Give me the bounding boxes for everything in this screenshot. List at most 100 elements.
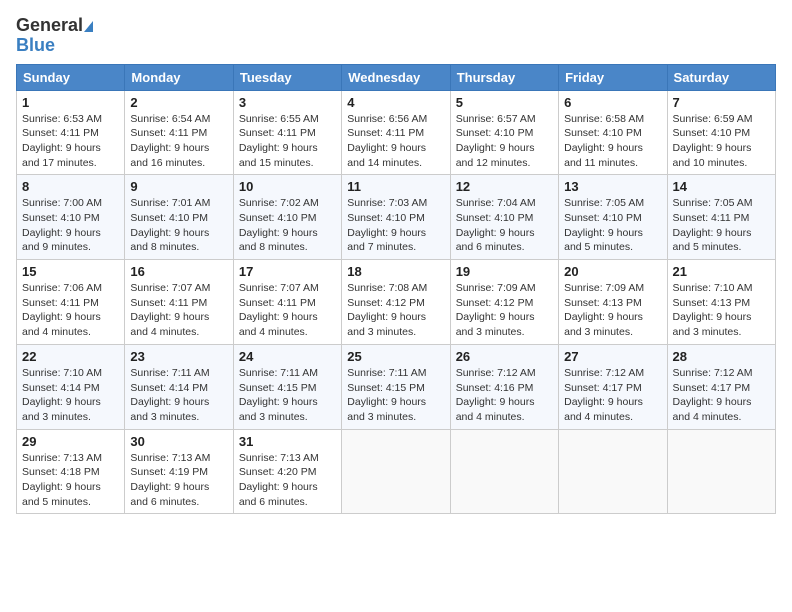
day-number: 25 — [347, 349, 444, 364]
day-info: Sunrise: 7:04 AM Sunset: 4:10 PM Dayligh… — [456, 196, 553, 255]
day-info: Sunrise: 7:12 AM Sunset: 4:17 PM Dayligh… — [564, 366, 661, 425]
day-number: 20 — [564, 264, 661, 279]
day-info: Sunrise: 6:53 AM Sunset: 4:11 PM Dayligh… — [22, 112, 119, 171]
day-info: Sunrise: 7:00 AM Sunset: 4:10 PM Dayligh… — [22, 196, 119, 255]
calendar-cell: 24Sunrise: 7:11 AM Sunset: 4:15 PM Dayli… — [233, 344, 341, 429]
day-number: 12 — [456, 179, 553, 194]
day-info: Sunrise: 7:12 AM Sunset: 4:17 PM Dayligh… — [673, 366, 770, 425]
day-number: 8 — [22, 179, 119, 194]
day-number: 3 — [239, 95, 336, 110]
calendar-cell: 4Sunrise: 6:56 AM Sunset: 4:11 PM Daylig… — [342, 90, 450, 175]
day-info: Sunrise: 7:01 AM Sunset: 4:10 PM Dayligh… — [130, 196, 227, 255]
calendar-week-row: 8 Sunrise: 7:00 AM Sunset: 4:10 PM Daylig… — [17, 175, 776, 260]
calendar-week-row: 29 Sunrise: 7:13 AM Sunset: 4:18 PM Dayli… — [17, 429, 776, 514]
day-info: Sunrise: 7:13 AM Sunset: 4:19 PM Dayligh… — [130, 451, 227, 510]
day-info: Sunrise: 6:58 AM Sunset: 4:10 PM Dayligh… — [564, 112, 661, 171]
header-cell-thursday: Thursday — [450, 64, 558, 90]
header-cell-sunday: Sunday — [17, 64, 125, 90]
logo-blue: Blue — [16, 36, 93, 56]
header: General Blue — [16, 16, 776, 56]
day-number: 5 — [456, 95, 553, 110]
day-info: Sunrise: 7:10 AM Sunset: 4:14 PM Dayligh… — [22, 366, 119, 425]
calendar-cell: 28 Sunrise: 7:12 AM Sunset: 4:17 PM Dayli… — [667, 344, 775, 429]
day-number: 16 — [130, 264, 227, 279]
day-number: 21 — [673, 264, 770, 279]
calendar-cell: 14Sunrise: 7:05 AM Sunset: 4:11 PM Dayli… — [667, 175, 775, 260]
day-info: Sunrise: 7:03 AM Sunset: 4:10 PM Dayligh… — [347, 196, 444, 255]
day-number: 22 — [22, 349, 119, 364]
day-info: Sunrise: 7:08 AM Sunset: 4:12 PM Dayligh… — [347, 281, 444, 340]
day-info: Sunrise: 6:57 AM Sunset: 4:10 PM Dayligh… — [456, 112, 553, 171]
day-number: 18 — [347, 264, 444, 279]
day-info: Sunrise: 7:06 AM Sunset: 4:11 PM Dayligh… — [22, 281, 119, 340]
calendar-cell: 21 Sunrise: 7:10 AM Sunset: 4:13 PM Dayli… — [667, 260, 775, 345]
day-info: Sunrise: 7:10 AM Sunset: 4:13 PM Dayligh… — [673, 281, 770, 340]
day-info: Sunrise: 7:13 AM Sunset: 4:20 PM Dayligh… — [239, 451, 336, 510]
day-info: Sunrise: 7:09 AM Sunset: 4:13 PM Dayligh… — [564, 281, 661, 340]
day-number: 23 — [130, 349, 227, 364]
calendar-cell: 16 Sunrise: 7:07 AM Sunset: 4:11 PM Dayli… — [125, 260, 233, 345]
calendar-cell: 29 Sunrise: 7:13 AM Sunset: 4:18 PM Dayli… — [17, 429, 125, 514]
calendar-cell: 8 Sunrise: 7:00 AM Sunset: 4:10 PM Daylig… — [17, 175, 125, 260]
day-number: 17 — [239, 264, 336, 279]
calendar-cell — [450, 429, 558, 514]
calendar-cell: 31 Sunrise: 7:13 AM Sunset: 4:20 PM Dayli… — [233, 429, 341, 514]
logo: General Blue — [16, 16, 93, 56]
day-number: 9 — [130, 179, 227, 194]
day-number: 30 — [130, 434, 227, 449]
calendar-cell: 6 Sunrise: 6:58 AM Sunset: 4:10 PM Daylig… — [559, 90, 667, 175]
day-info: Sunrise: 6:56 AM Sunset: 4:11 PM Dayligh… — [347, 112, 444, 171]
day-number: 15 — [22, 264, 119, 279]
day-info: Sunrise: 7:11 AM Sunset: 4:14 PM Dayligh… — [130, 366, 227, 425]
calendar-cell: 18 Sunrise: 7:08 AM Sunset: 4:12 PM Dayli… — [342, 260, 450, 345]
day-info: Sunrise: 7:07 AM Sunset: 4:11 PM Dayligh… — [239, 281, 336, 340]
day-number: 26 — [456, 349, 553, 364]
day-info: Sunrise: 7:05 AM Sunset: 4:11 PM Dayligh… — [673, 196, 770, 255]
calendar-cell: 17 Sunrise: 7:07 AM Sunset: 4:11 PM Dayli… — [233, 260, 341, 345]
header-cell-tuesday: Tuesday — [233, 64, 341, 90]
day-info: Sunrise: 6:55 AM Sunset: 4:11 PM Dayligh… — [239, 112, 336, 171]
calendar-cell: 7 Sunrise: 6:59 AM Sunset: 4:10 PM Daylig… — [667, 90, 775, 175]
day-number: 13 — [564, 179, 661, 194]
calendar-body: 1 Sunrise: 6:53 AM Sunset: 4:11 PM Daylig… — [17, 90, 776, 514]
calendar-cell: 25 Sunrise: 7:11 AM Sunset: 4:15 PM Dayli… — [342, 344, 450, 429]
calendar-week-row: 15 Sunrise: 7:06 AM Sunset: 4:11 PM Dayli… — [17, 260, 776, 345]
day-info: Sunrise: 7:11 AM Sunset: 4:15 PM Dayligh… — [347, 366, 444, 425]
day-number: 7 — [673, 95, 770, 110]
calendar-cell: 3 Sunrise: 6:55 AM Sunset: 4:11 PM Daylig… — [233, 90, 341, 175]
day-number: 19 — [456, 264, 553, 279]
calendar-cell: 9 Sunrise: 7:01 AM Sunset: 4:10 PM Daylig… — [125, 175, 233, 260]
calendar-cell: 30 Sunrise: 7:13 AM Sunset: 4:19 PM Dayli… — [125, 429, 233, 514]
day-info: Sunrise: 7:07 AM Sunset: 4:11 PM Dayligh… — [130, 281, 227, 340]
calendar-cell: 11 Sunrise: 7:03 AM Sunset: 4:10 PM Dayli… — [342, 175, 450, 260]
day-info: Sunrise: 7:02 AM Sunset: 4:10 PM Dayligh… — [239, 196, 336, 255]
calendar-cell: 12 Sunrise: 7:04 AM Sunset: 4:10 PM Dayli… — [450, 175, 558, 260]
day-number: 11 — [347, 179, 444, 194]
day-info: Sunrise: 7:13 AM Sunset: 4:18 PM Dayligh… — [22, 451, 119, 510]
calendar-week-row: 22 Sunrise: 7:10 AM Sunset: 4:14 PM Dayli… — [17, 344, 776, 429]
day-number: 31 — [239, 434, 336, 449]
calendar: SundayMondayTuesdayWednesdayThursdayFrid… — [16, 64, 776, 515]
calendar-cell: 15 Sunrise: 7:06 AM Sunset: 4:11 PM Dayli… — [17, 260, 125, 345]
calendar-cell: 27Sunrise: 7:12 AM Sunset: 4:17 PM Dayli… — [559, 344, 667, 429]
day-number: 2 — [130, 95, 227, 110]
day-info: Sunrise: 6:59 AM Sunset: 4:10 PM Dayligh… — [673, 112, 770, 171]
logo-general: General — [16, 15, 83, 35]
day-number: 28 — [673, 349, 770, 364]
calendar-cell: 19Sunrise: 7:09 AM Sunset: 4:12 PM Dayli… — [450, 260, 558, 345]
calendar-cell: 26Sunrise: 7:12 AM Sunset: 4:16 PM Dayli… — [450, 344, 558, 429]
header-cell-monday: Monday — [125, 64, 233, 90]
header-cell-friday: Friday — [559, 64, 667, 90]
calendar-cell — [342, 429, 450, 514]
calendar-cell: 22 Sunrise: 7:10 AM Sunset: 4:14 PM Dayli… — [17, 344, 125, 429]
day-info: Sunrise: 6:54 AM Sunset: 4:11 PM Dayligh… — [130, 112, 227, 171]
calendar-cell: 1 Sunrise: 6:53 AM Sunset: 4:11 PM Daylig… — [17, 90, 125, 175]
calendar-header-row: SundayMondayTuesdayWednesdayThursdayFrid… — [17, 64, 776, 90]
calendar-week-row: 1 Sunrise: 6:53 AM Sunset: 4:11 PM Daylig… — [17, 90, 776, 175]
calendar-cell: 23 Sunrise: 7:11 AM Sunset: 4:14 PM Dayli… — [125, 344, 233, 429]
day-number: 1 — [22, 95, 119, 110]
day-number: 6 — [564, 95, 661, 110]
day-number: 29 — [22, 434, 119, 449]
day-number: 24 — [239, 349, 336, 364]
header-cell-wednesday: Wednesday — [342, 64, 450, 90]
